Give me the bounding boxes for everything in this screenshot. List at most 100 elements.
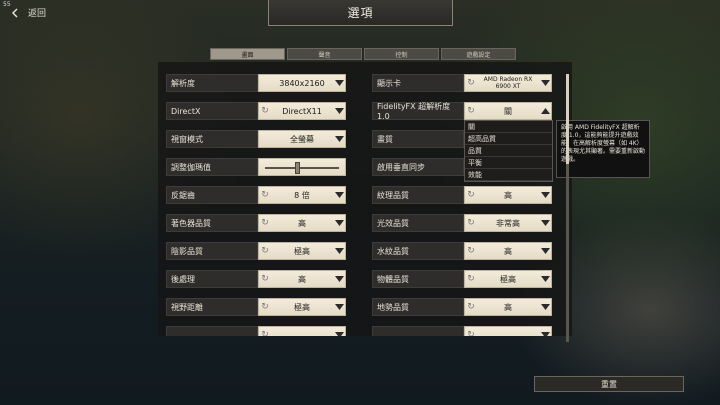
slider-track: [265, 167, 339, 169]
dropdown-value: 高: [504, 302, 512, 312]
dropdown-value: 高: [298, 218, 306, 228]
dropdown-option-0[interactable]: 關: [465, 121, 552, 133]
left-setting-label-3: 調整伽瑪值: [166, 158, 258, 176]
right-setting-dropdown-8[interactable]: ↻ 高: [464, 298, 552, 316]
reset-icon[interactable]: ↻: [259, 246, 271, 256]
reset-icon[interactable]: ↻: [465, 274, 477, 284]
chevron-down-icon: [333, 248, 345, 254]
reset-icon[interactable]: ↻: [259, 106, 271, 116]
dropdown-value: AMD Radeon RX 6900 XT: [483, 76, 533, 90]
chevron-down-icon: [539, 276, 551, 282]
dropdown-value: 極高: [294, 302, 310, 312]
back-button[interactable]: 返回: [10, 6, 46, 19]
scrollbar-thumb[interactable]: [566, 74, 569, 164]
reset-icon[interactable]: ↻: [465, 78, 477, 88]
left-setting-label-2: 視窗模式: [166, 130, 258, 148]
reset-icon[interactable]: ↻: [259, 190, 271, 200]
right-setting-label-6: 水紋品質: [372, 242, 464, 260]
right-setting-dropdown-6[interactable]: ↻ 高: [464, 242, 552, 260]
left-setting-dropdown-2[interactable]: 全螢幕: [258, 130, 346, 148]
dropdown-value: 3840x2160: [279, 78, 325, 88]
left-setting-label-7: 後處理: [166, 270, 258, 288]
reset-icon[interactable]: ↻: [259, 274, 271, 284]
fsr-dropdown-menu: 關超高品質 品質 平衡 效能: [464, 120, 553, 182]
right-setting-label-5: 光效品質: [372, 214, 464, 232]
dropdown-value: DirectX11: [282, 106, 322, 116]
reset-icon[interactable]: ↻: [465, 190, 477, 200]
chevron-down-icon: [539, 80, 551, 86]
dropdown-value: 高: [504, 190, 512, 200]
chevron-down-icon: [333, 192, 345, 198]
left-setting-dropdown-8[interactable]: ↻ 極高: [258, 298, 346, 316]
chevron-down-icon: [539, 220, 551, 226]
left-setting-dropdown-9[interactable]: ↻: [258, 326, 346, 336]
chevron-down-icon: [333, 276, 345, 282]
dropdown-value: 高: [504, 246, 512, 256]
page-title: 選項: [268, 0, 453, 26]
right-setting-dropdown-5[interactable]: ↻ 非常高: [464, 214, 552, 232]
left-setting-dropdown-4[interactable]: ↻ 8 倍: [258, 186, 346, 204]
right-setting-dropdown-9[interactable]: ↻: [464, 326, 552, 336]
chevron-down-icon: [539, 192, 551, 198]
dropdown-value: 關: [504, 106, 512, 116]
dropdown-option-4[interactable]: 效能: [465, 169, 552, 181]
chevron-down-icon: [333, 332, 345, 336]
reset-icon[interactable]: ↻: [259, 330, 271, 336]
settings-panel: 解析度 3840x2160 DirectX ↻ DirectX11 視窗模式 全螢幕 調整伽瑪…: [158, 62, 572, 336]
left-setting-label-8: 視野距離: [166, 298, 258, 316]
right-setting-dropdown-1[interactable]: ↻ 關: [464, 102, 552, 120]
fsr-tooltip: 啟用 AMD FidelityFX 超解析度 1.0，這能夠能提升遊戲效能，在高…: [556, 120, 650, 178]
reset-icon[interactable]: ↻: [465, 302, 477, 312]
left-setting-dropdown-7[interactable]: ↻ 高: [258, 270, 346, 288]
reset-icon[interactable]: ↻: [465, 246, 477, 256]
left-setting-label-6: 陰影品質: [166, 242, 258, 260]
chevron-down-icon: [539, 304, 551, 310]
dropdown-value: 高: [298, 274, 306, 284]
settings-scrollbar[interactable]: [566, 74, 569, 342]
left-setting-label-5: 著色器品質: [166, 214, 258, 232]
right-setting-label-4: 紋理品質: [372, 186, 464, 204]
tab-1[interactable]: 聲音: [287, 48, 362, 60]
right-setting-label-8: 地勢品質: [372, 298, 464, 316]
chevron-down-icon: [333, 80, 345, 86]
dropdown-value: 非常高: [496, 218, 520, 228]
chevron-down-icon: [333, 304, 345, 310]
dropdown-value: 全螢幕: [290, 134, 314, 144]
chevron-down-icon: [333, 108, 345, 114]
left-setting-dropdown-1[interactable]: ↻ DirectX11: [258, 102, 346, 120]
chevron-down-icon: [539, 248, 551, 254]
chevron-down-icon: [333, 136, 345, 142]
reset-icon[interactable]: ↻: [259, 218, 271, 228]
gamma-slider[interactable]: [258, 158, 346, 176]
reset-button[interactable]: 重置: [534, 376, 684, 392]
right-setting-label-9: [372, 326, 464, 336]
dropdown-value: 極高: [294, 246, 310, 256]
dropdown-value: 8 倍: [294, 190, 310, 200]
left-setting-dropdown-6[interactable]: ↻ 極高: [258, 242, 346, 260]
left-setting-label-0: 解析度: [166, 74, 258, 92]
tab-2[interactable]: 控制: [364, 48, 439, 60]
dropdown-option-1[interactable]: 超高品質: [465, 133, 552, 145]
left-setting-label-4: 反鋸齒: [166, 186, 258, 204]
tab-bar: 畫面 聲音 控制 遊戲設定: [210, 48, 516, 60]
reset-icon[interactable]: ↻: [465, 330, 477, 336]
right-setting-label-3: 啟用垂直同步: [372, 158, 464, 176]
tab-3[interactable]: 遊戲設定: [441, 48, 516, 60]
right-setting-dropdown-4[interactable]: ↻ 高: [464, 186, 552, 204]
left-setting-label-9: [166, 326, 258, 336]
chevron-down-icon: [539, 332, 551, 336]
slider-thumb[interactable]: [294, 162, 300, 174]
left-setting-dropdown-5[interactable]: ↻ 高: [258, 214, 346, 232]
right-setting-label-7: 物體品質: [372, 270, 464, 288]
right-setting-label-2: 畫質: [372, 130, 464, 148]
chevron-up-icon: [539, 108, 551, 114]
left-setting-dropdown-0[interactable]: 3840x2160: [258, 74, 346, 92]
reset-icon[interactable]: ↻: [259, 302, 271, 312]
right-setting-dropdown-7[interactable]: ↻ 極高: [464, 270, 552, 288]
reset-icon[interactable]: ↻: [465, 106, 477, 116]
reset-icon[interactable]: ↻: [465, 218, 477, 228]
tab-0[interactable]: 畫面: [210, 48, 285, 60]
dropdown-option-3[interactable]: 平衡: [465, 157, 552, 169]
right-setting-dropdown-0[interactable]: ↻ AMD Radeon RX 6900 XT: [464, 74, 552, 92]
dropdown-option-2[interactable]: 品質: [465, 145, 552, 157]
